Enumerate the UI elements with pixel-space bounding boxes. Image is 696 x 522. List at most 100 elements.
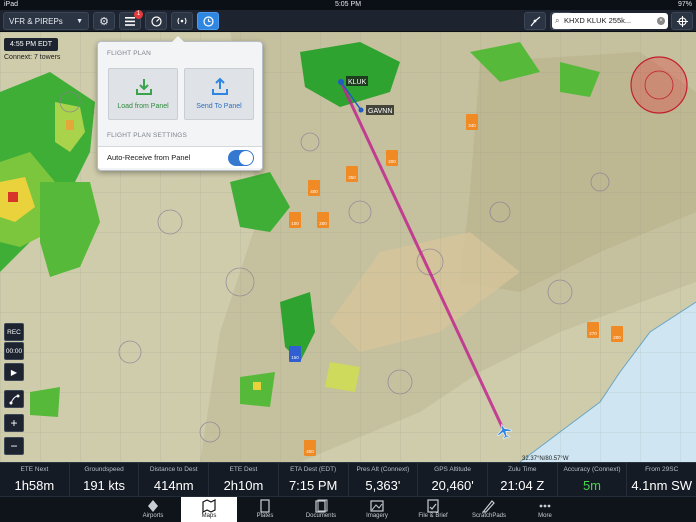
instrument-cell[interactable]: ETE Next 1h58m	[0, 463, 70, 496]
instrument-title: GPS Altitude	[434, 466, 471, 473]
route-edit-button[interactable]	[4, 390, 24, 408]
status-bar: iPad 5:05 PM 97%	[0, 0, 696, 10]
bottom-tab-bar: Airports Maps Plates Documents Imagery F…	[0, 496, 696, 522]
load-from-panel-button[interactable]: Load from Panel	[108, 68, 178, 120]
zoom-out-button[interactable]: −	[4, 437, 24, 455]
clear-icon[interactable]: ×	[657, 17, 665, 25]
instrument-title: ETA Dest (EDT)	[290, 466, 337, 473]
tab-maps[interactable]: Maps	[181, 497, 237, 522]
instrument-cell[interactable]: Zulu Time 21:04 Z	[488, 463, 558, 496]
plates-icon	[260, 499, 270, 513]
instrument-value: 4.1nm SW	[631, 478, 693, 493]
airport-marker[interactable]: 150	[289, 346, 301, 362]
instrument-value: 5,363'	[365, 478, 401, 493]
layer-selector-button[interactable]: VFR & PIREPs ▼	[3, 12, 89, 30]
tab-plates-label: Plates	[256, 513, 274, 519]
instrument-title: Distance to Dest	[149, 466, 198, 473]
download-icon	[136, 79, 152, 95]
waypoint-start-marker[interactable]	[338, 79, 344, 85]
route-tools-button[interactable]	[524, 12, 546, 30]
timer-button[interactable]	[197, 12, 219, 30]
notification-badge: 1	[134, 10, 143, 19]
route-search-value: KHXD KLUK 255k...	[564, 16, 632, 25]
zoom-in-button[interactable]: +	[4, 414, 24, 432]
svg-text:350: 350	[348, 175, 356, 180]
svg-text:270: 270	[589, 331, 597, 336]
auto-receive-toggle[interactable]	[228, 150, 254, 166]
instrument-value: 7:15 PM	[288, 478, 338, 493]
instrument-value: 2h10m	[223, 478, 264, 493]
play-button[interactable]: ▶	[4, 363, 24, 381]
instrument-cell[interactable]: ETA Dest (EDT) 7:15 PM	[279, 463, 349, 496]
tab-maps-label: Maps	[201, 513, 217, 519]
waypoint-start-label: KLUK	[348, 79, 367, 86]
settings-button[interactable]: ⚙	[93, 12, 115, 30]
tab-scratchpads-label: ScratchPads	[471, 513, 507, 519]
layer-selector-label: VFR & PIREPs	[9, 16, 63, 26]
battery-level: 97%	[677, 1, 692, 8]
tab-file-brief[interactable]: File & Brief	[405, 497, 461, 522]
instrument-cell[interactable]: ETE Dest 2h10m	[209, 463, 279, 496]
tab-more-label: More	[538, 513, 552, 519]
instrument-cell[interactable]: Groundspeed 191 kts	[70, 463, 140, 496]
broadcast-icon	[177, 17, 187, 25]
instrument-value: 191 kts	[83, 478, 126, 493]
connext-button[interactable]	[171, 12, 193, 30]
send-to-panel-button[interactable]: Send To Panel	[184, 68, 254, 120]
list-icon	[125, 16, 135, 26]
minus-icon: −	[10, 439, 18, 453]
route-edit-icon	[9, 394, 19, 404]
popover-arrow	[172, 36, 184, 42]
instrument-value: 5m	[582, 478, 601, 493]
svg-text:400: 400	[310, 189, 318, 194]
instrument-value: 20,460'	[431, 478, 474, 493]
instrument-title: Pres Alt (Connext)	[356, 466, 410, 473]
waypoint-mid-label: GAVNN	[368, 108, 392, 115]
svg-text:200: 200	[613, 335, 621, 340]
restricted-area	[630, 56, 688, 114]
route-search-input[interactable]: ⌕ KHXD KLUK 255k... ×	[552, 13, 668, 29]
load-from-panel-label: Load from Panel	[117, 103, 169, 110]
maps-icon	[202, 499, 216, 513]
tab-file-brief-label: File & Brief	[418, 513, 448, 519]
instrument-title: Zulu Time	[508, 466, 537, 473]
imagery-icon	[370, 500, 384, 512]
more-icon	[539, 504, 551, 508]
tab-imagery-label: Imagery	[366, 513, 388, 519]
clock: 5:05 PM	[334, 1, 362, 8]
flight-instruments-button[interactable]	[145, 12, 167, 30]
connext-towers-label: Connext: 7 towers	[4, 54, 61, 61]
gauge-icon	[150, 15, 162, 27]
svg-text:150: 150	[291, 355, 299, 360]
record-button[interactable]: REC	[4, 323, 24, 341]
tab-imagery[interactable]: Imagery	[349, 497, 405, 522]
auto-receive-label: Auto-Receive from Panel	[107, 153, 191, 162]
gear-icon: ⚙	[99, 15, 109, 28]
instrument-cell[interactable]: Accuracy (Connext) 5m	[558, 463, 628, 496]
clock-icon	[202, 15, 214, 27]
flight-plan-popover: FLIGHT PLAN Load from Panel Send To Pane…	[97, 36, 263, 171]
radar-time-chip: 4:55 PM EDT	[4, 38, 59, 51]
airports-icon	[148, 500, 158, 512]
track-timer: 00:00	[4, 342, 24, 360]
target-button[interactable]	[671, 12, 693, 30]
tab-plates[interactable]: Plates	[237, 497, 293, 522]
instrument-cell[interactable]: Distance to Dest 414nm	[139, 463, 210, 496]
instrument-cell[interactable]: Pres Alt (Connext) 5,363'	[349, 463, 419, 496]
instrument-title: ETE Dest	[229, 466, 258, 473]
tab-more[interactable]: More	[517, 497, 573, 522]
chevron-down-icon: ▼	[76, 17, 83, 25]
tab-scratchpads[interactable]: ScratchPads	[461, 497, 517, 522]
svg-text:400: 400	[306, 449, 314, 454]
list-button[interactable]: 1	[119, 10, 143, 30]
play-icon: ▶	[10, 367, 18, 377]
instrument-cell[interactable]: From 29SC 4.1nm SW	[627, 463, 696, 496]
instrument-cell[interactable]: GPS Altitude 20,460'	[418, 463, 488, 496]
instrument-strip[interactable]: ETE Next 1h58m Groundspeed 191 kts Distance …	[0, 462, 696, 496]
route-icon	[530, 16, 540, 26]
tab-documents[interactable]: Documents	[293, 497, 349, 522]
instrument-value: 1h58m	[14, 478, 55, 493]
scratchpads-icon	[482, 500, 495, 513]
svg-text:100: 100	[291, 221, 299, 226]
tab-airports[interactable]: Airports	[125, 497, 181, 522]
